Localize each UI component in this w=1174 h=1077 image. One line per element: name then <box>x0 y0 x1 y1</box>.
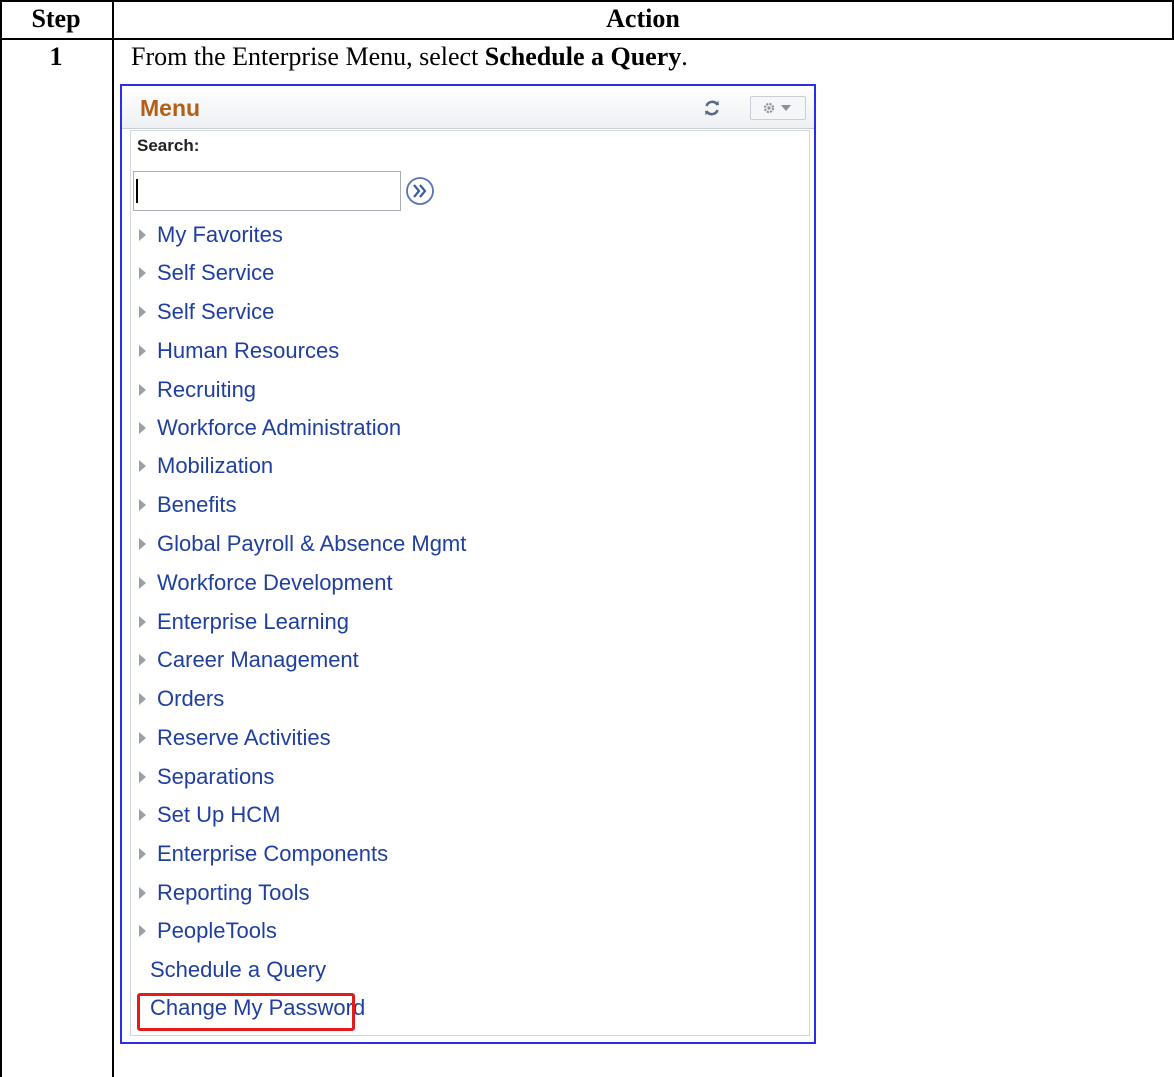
instruction-target: Schedule a Query <box>484 42 682 71</box>
triangle-right-icon <box>139 306 146 318</box>
menu-title: Menu <box>140 95 201 121</box>
search-label: Search: <box>137 136 200 155</box>
menu-item-label: PeopleTools <box>157 918 277 943</box>
menu-item-label: Orders <box>157 686 225 711</box>
menu-item-label: Schedule a Query <box>150 957 327 982</box>
menu-item-benefits[interactable]: Benefits <box>131 489 237 521</box>
menu-item-label: Enterprise Components <box>157 841 389 866</box>
triangle-right-icon <box>139 345 146 357</box>
menu-item-label: Self Service <box>157 299 275 324</box>
triangle-right-icon <box>139 460 146 472</box>
triangle-right-icon <box>139 616 146 628</box>
menu-item-recruiting[interactable]: Recruiting <box>131 374 256 406</box>
menu-item-enterprise-learning[interactable]: Enterprise Learning <box>131 606 349 638</box>
triangle-right-icon <box>139 384 146 396</box>
menu-item-workforce-administration[interactable]: Workforce Administration <box>131 412 401 444</box>
triangle-right-icon <box>139 229 146 241</box>
search-go-button[interactable] <box>405 176 435 206</box>
chevron-down-icon <box>781 105 791 111</box>
menu-item-label: Benefits <box>157 492 237 517</box>
menu-item-self-service-2[interactable]: Self Service <box>131 296 274 328</box>
triangle-right-icon <box>139 577 146 589</box>
header-step: Step <box>31 4 81 33</box>
menu-item-label: Reserve Activities <box>157 725 331 750</box>
triangle-right-icon <box>139 267 146 279</box>
menu-item-label: Workforce Administration <box>157 415 402 440</box>
menu-item-my-favorites[interactable]: My Favorites <box>131 219 283 251</box>
double-chevron-right-icon <box>406 177 434 205</box>
menu-item-label: Change My Password <box>150 995 366 1020</box>
menu-item-schedule-a-query[interactable]: Schedule a Query <box>131 954 326 986</box>
instruction-text: From the Enterprise Menu, select <box>131 42 485 71</box>
triangle-right-icon <box>139 499 146 511</box>
refresh-icon[interactable] <box>702 98 722 118</box>
table-header-divider <box>0 38 1174 40</box>
triangle-right-icon <box>139 654 146 666</box>
table-left-border <box>0 0 2 1077</box>
triangle-right-icon <box>139 887 146 899</box>
gear-icon <box>763 102 791 114</box>
menu-item-label: Set Up HCM <box>157 802 281 827</box>
menu-item-change-my-password[interactable]: Change My Password <box>131 992 365 1024</box>
menu-item-reporting-tools[interactable]: Reporting Tools <box>131 877 309 909</box>
step-number: 1 <box>49 42 63 71</box>
table-column-divider <box>112 0 114 1077</box>
menu-item-label: Recruiting <box>157 377 257 402</box>
text-cursor <box>136 179 138 203</box>
search-input[interactable] <box>133 171 401 211</box>
menu-item-reserve-activities[interactable]: Reserve Activities <box>131 722 331 754</box>
menu-item-set-up-hcm[interactable]: Set Up HCM <box>131 799 280 831</box>
menu-item-label: Workforce Development <box>157 570 393 595</box>
menu-item-workforce-development[interactable]: Workforce Development <box>131 567 393 599</box>
menu-item-enterprise-components[interactable]: Enterprise Components <box>131 838 388 870</box>
triangle-right-icon <box>139 848 146 860</box>
menu-item-career-management[interactable]: Career Management <box>131 644 359 676</box>
triangle-right-icon <box>139 422 146 434</box>
menu-item-label: Global Payroll & Absence Mgmt <box>157 531 467 556</box>
menu-item-label: My Favorites <box>157 222 283 247</box>
menu-item-label: Enterprise Learning <box>157 609 350 634</box>
menu-item-label: Separations <box>157 764 275 789</box>
menu-item-human-resources[interactable]: Human Resources <box>131 335 339 367</box>
triangle-right-icon <box>139 809 146 821</box>
triangle-right-icon <box>139 732 146 744</box>
menu-item-label: Reporting Tools <box>157 880 310 905</box>
menu-item-orders[interactable]: Orders <box>131 683 224 715</box>
menu-item-label: Self Service <box>157 260 275 285</box>
header-action: Action <box>606 4 680 33</box>
menu-body: Search: My Favorites Self Service Self S… <box>130 130 810 1036</box>
menu-settings-button[interactable] <box>750 96 806 120</box>
triangle-right-icon <box>139 538 146 550</box>
instruction-period: . <box>681 42 688 71</box>
triangle-right-icon <box>139 771 146 783</box>
menu-item-label: Mobilization <box>157 453 274 478</box>
triangle-right-icon <box>139 925 146 937</box>
menu-item-global-payroll[interactable]: Global Payroll & Absence Mgmt <box>131 528 466 560</box>
menu-item-label: Human Resources <box>157 338 340 363</box>
menu-item-self-service[interactable]: Self Service <box>131 257 274 289</box>
enterprise-menu-panel: Menu Search: My Favorites Self Service S… <box>120 84 816 1044</box>
triangle-right-icon <box>139 693 146 705</box>
menu-item-label: Career Management <box>157 647 359 672</box>
menu-item-peopletools[interactable]: PeopleTools <box>131 915 277 947</box>
procedure-table: Step Action 1 From the Enterprise Menu, … <box>0 0 1174 1077</box>
menu-item-mobilization[interactable]: Mobilization <box>131 450 273 482</box>
menu-header: Menu <box>122 86 814 129</box>
menu-item-separations[interactable]: Separations <box>131 761 274 793</box>
step-instruction: From the Enterprise Menu, select Schedul… <box>131 42 688 72</box>
